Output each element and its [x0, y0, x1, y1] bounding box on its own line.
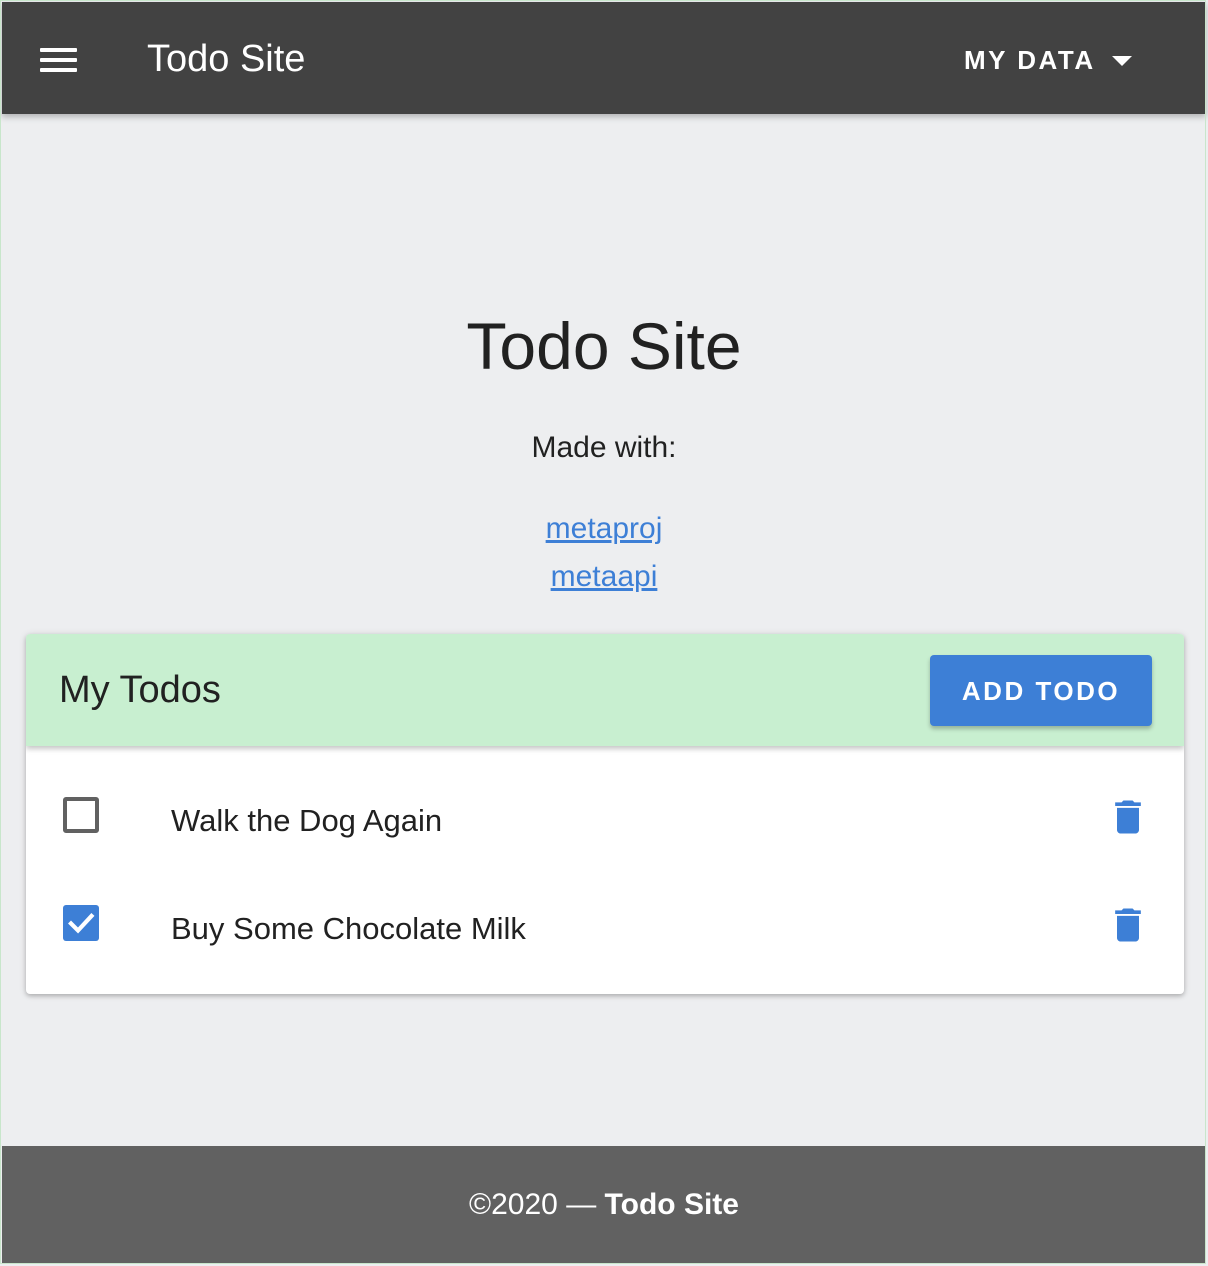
hamburger-menu-icon[interactable] [26, 32, 92, 88]
made-with-text: Made with: [531, 431, 677, 464]
footer-text: ©2020 — Todo Site [2, 1187, 1206, 1223]
trash-icon[interactable] [1106, 903, 1150, 947]
todo-checkbox-unchecked[interactable] [63, 797, 99, 833]
todos-card-title: My Todos [59, 669, 221, 711]
link-row-metaproj: metaproj [0, 511, 1208, 547]
checkmark-icon [68, 913, 95, 934]
todo-label: Buy Some Chocolate Milk [171, 911, 526, 946]
trash-icon[interactable] [1106, 795, 1150, 839]
my-data-menu-button[interactable]: MY DATA [948, 32, 1148, 88]
caret-down-icon [1112, 56, 1132, 66]
window-frame [0, 0, 1206, 1264]
add-todo-button[interactable]: ADD TODO [930, 655, 1152, 726]
footer: ©2020 — Todo Site [2, 1146, 1206, 1264]
todo-checkbox-checked[interactable] [63, 905, 99, 941]
app-bar: Todo Site MY DATA [2, 2, 1206, 114]
my-data-label: MY DATA [964, 45, 1096, 75]
metaproj-link[interactable]: metaproj [546, 512, 663, 545]
todos-card: My Todos ADD TODO Walk the Dog Again Buy… [26, 634, 1184, 994]
page-title: Todo Site [466, 309, 742, 383]
todo-label: Walk the Dog Again [171, 803, 443, 838]
footer-site-name: Todo Site [604, 1188, 739, 1221]
todo-item: Buy Some Chocolate Milk [26, 879, 1184, 979]
app-title: Todo Site [147, 38, 306, 80]
todo-item: Walk the Dog Again [26, 771, 1184, 871]
add-todo-label: ADD TODO [961, 676, 1121, 706]
link-row-metaapi: metaapi [0, 559, 1208, 595]
footer-copyright: ©2020 — [469, 1188, 605, 1221]
metaapi-link[interactable]: metaapi [551, 560, 658, 593]
todos-card-header: My Todos ADD TODO [26, 634, 1184, 746]
